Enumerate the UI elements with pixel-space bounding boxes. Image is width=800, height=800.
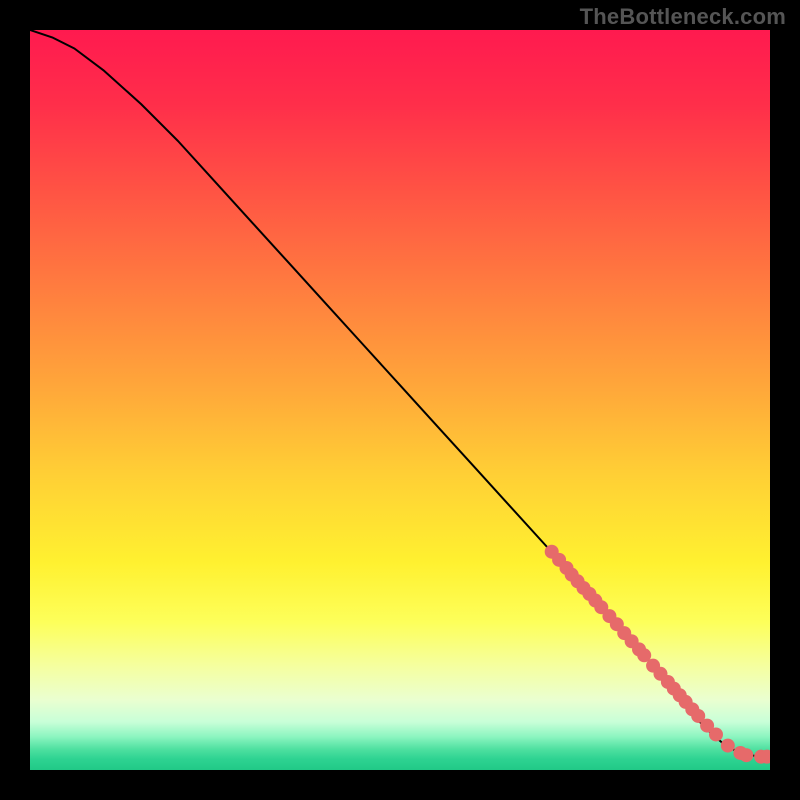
data-dot (709, 727, 723, 741)
gradient-background (30, 30, 770, 770)
chart-stage: TheBottleneck.com (0, 0, 800, 800)
plot-svg (30, 30, 770, 770)
watermark-text: TheBottleneck.com (580, 4, 786, 30)
plot-frame (30, 30, 770, 770)
data-dot (739, 748, 753, 762)
data-dot (721, 739, 735, 753)
